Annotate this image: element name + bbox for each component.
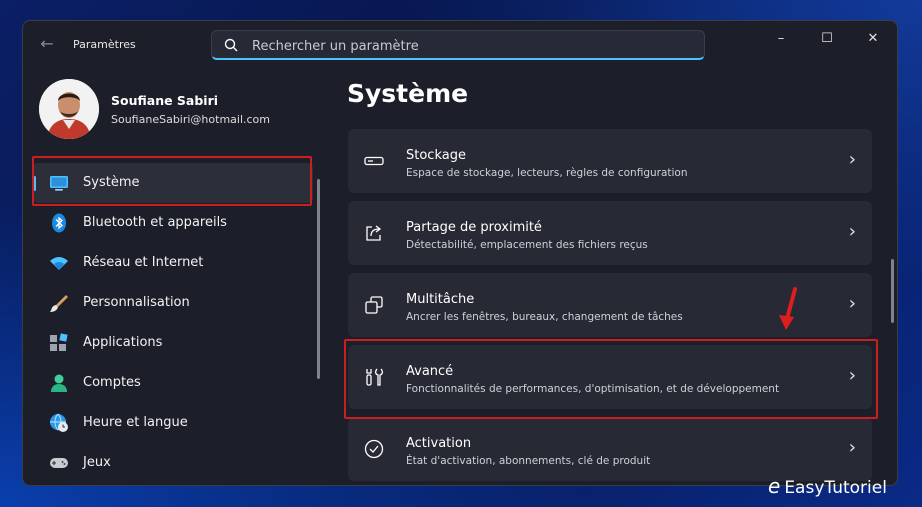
card-description: Détectabilité, emplacement des fichiers … — [406, 239, 648, 251]
card-description: Espace de stockage, lecteurs, règles de … — [406, 167, 688, 179]
content-scrollbar[interactable] — [891, 259, 894, 323]
check-circle-icon — [364, 439, 384, 459]
sidebar-item-label: Réseau et Internet — [83, 255, 204, 270]
avatar-photo — [39, 79, 99, 139]
chevron-right-icon: › — [848, 437, 856, 458]
card-stockage[interactable]: Stockage Espace de stockage, lecteurs, r… — [348, 129, 872, 193]
brush-icon — [50, 295, 68, 312]
gamepad-icon — [50, 458, 68, 468]
card-title: Multitâche — [406, 292, 475, 307]
highlight-box-sidebar — [32, 156, 312, 206]
minimize-button[interactable]: – — [763, 27, 799, 51]
sidebar-item-heure-langue[interactable]: Heure et langue — [33, 403, 313, 443]
user-email: SoufianeSabiri@hotmail.com — [111, 113, 271, 126]
sidebar-item-personnalisation[interactable]: Personnalisation — [33, 283, 313, 323]
sidebar-item-label: Heure et langue — [83, 415, 188, 430]
watermark-logo: e — [768, 474, 781, 498]
chevron-right-icon: › — [848, 149, 856, 170]
sidebar-item-bluetooth[interactable]: Bluetooth et appareils — [33, 203, 313, 243]
settings-window: ← Paramètres – ☐ ✕ Soufiane Sabiri Soufi… — [22, 20, 898, 486]
sidebar-scrollbar[interactable] — [317, 179, 320, 379]
sidebar-item-label: Comptes — [83, 375, 141, 390]
share-icon — [366, 225, 382, 241]
card-description: Ancrer les fenêtres, bureaux, changement… — [406, 311, 683, 323]
sidebar-item-label: Applications — [83, 335, 163, 350]
apps-icon — [50, 333, 68, 351]
sidebar-item-label: Bluetooth et appareils — [83, 215, 227, 230]
watermark: e EasyTutoriel — [768, 474, 887, 498]
card-partage-proximite[interactable]: Partage de proximité Détectabilité, empl… — [348, 201, 872, 265]
red-arrow-icon — [779, 287, 797, 330]
globe-clock-icon — [50, 413, 68, 432]
highlight-box-avance — [344, 339, 878, 419]
multitask-icon — [365, 296, 383, 314]
user-name: Soufiane Sabiri — [111, 93, 219, 108]
page-title: Système — [347, 79, 469, 108]
sidebar-item-comptes[interactable]: Comptes — [33, 363, 313, 403]
card-activation[interactable]: Activation État d'activation, abonnement… — [348, 417, 872, 481]
sidebar-item-jeux[interactable]: Jeux — [33, 443, 313, 483]
wifi-icon — [50, 257, 68, 270]
sidebar-item-reseau[interactable]: Réseau et Internet — [33, 243, 313, 283]
app-title: Paramètres — [73, 38, 136, 51]
card-title: Partage de proximité — [406, 220, 542, 235]
maximize-button[interactable]: ☐ — [809, 27, 845, 51]
bluetooth-icon — [52, 213, 66, 233]
storage-icon — [364, 156, 384, 166]
card-title: Stockage — [406, 148, 466, 163]
sidebar-item-label: Personnalisation — [83, 295, 190, 310]
avatar[interactable] — [39, 79, 99, 139]
sidebar-item-applications[interactable]: Applications — [33, 323, 313, 363]
title-bar: ← Paramètres – ☐ ✕ — [23, 21, 897, 67]
card-title: Activation — [406, 436, 472, 451]
close-button[interactable]: ✕ — [855, 27, 891, 51]
sidebar-item-label: Jeux — [83, 455, 111, 470]
card-description: État d'activation, abonnements, clé de p… — [406, 455, 651, 467]
back-arrow-icon[interactable]: ← — [37, 34, 57, 54]
chevron-right-icon: › — [848, 293, 856, 314]
sidebar-nav: Système Bluetooth et appareils Réseau et… — [33, 163, 313, 483]
search-icon — [224, 38, 238, 52]
chevron-right-icon: › — [848, 221, 856, 242]
watermark-text: EasyTutoriel — [784, 478, 887, 498]
search-box[interactable] — [211, 30, 705, 60]
person-icon — [51, 374, 67, 392]
search-input[interactable] — [250, 36, 694, 56]
